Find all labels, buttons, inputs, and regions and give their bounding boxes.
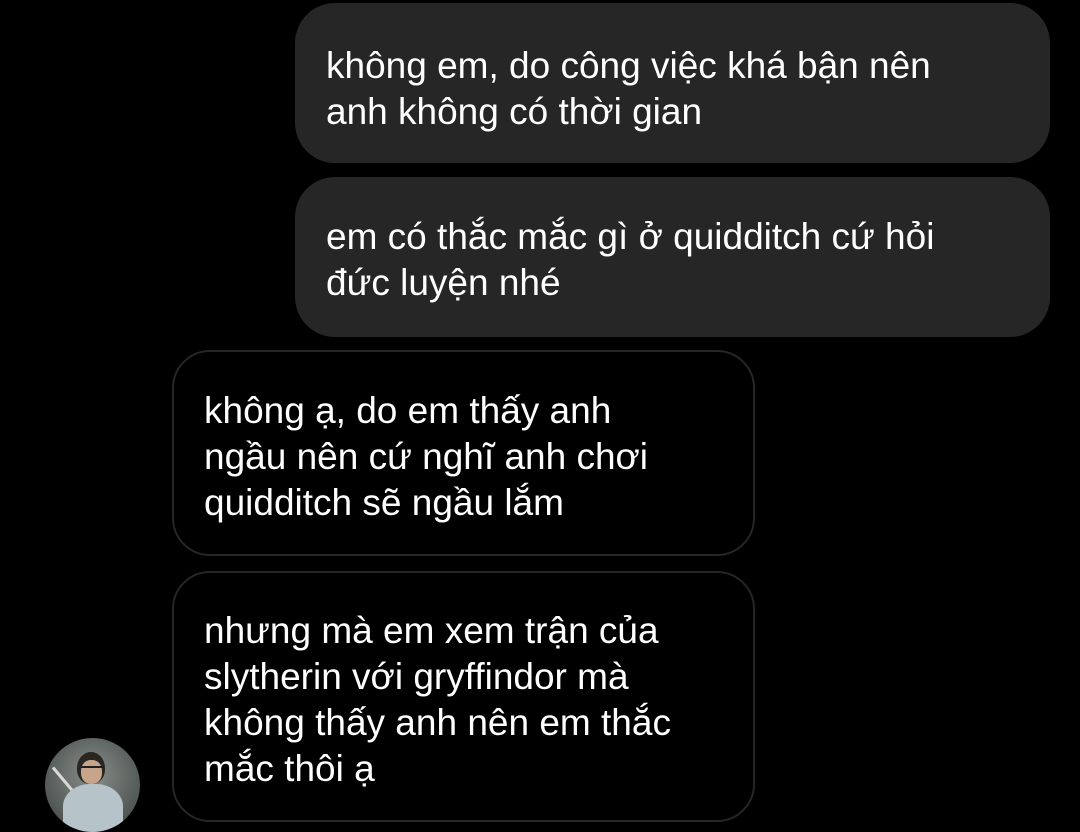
- sender-avatar[interactable]: [45, 738, 140, 832]
- sent-message-bubble[interactable]: không em, do công việc khá bận nên anh k…: [295, 3, 1050, 163]
- message-text: không em, do công việc khá bận nên anh k…: [326, 45, 931, 132]
- received-message-bubble[interactable]: nhưng mà em xem trận của slytherin với g…: [172, 571, 755, 822]
- received-message-bubble[interactable]: không ạ, do em thấy anh ngầu nên cứ nghĩ…: [172, 350, 755, 556]
- message-text: không ạ, do em thấy anh ngầu nên cứ nghĩ…: [204, 390, 649, 523]
- message-text: nhưng mà em xem trận của slytherin với g…: [204, 610, 671, 789]
- message-text: em có thắc mắc gì ở quidditch cứ hỏi đức…: [326, 216, 935, 303]
- sent-message-bubble[interactable]: em có thắc mắc gì ở quidditch cứ hỏi đức…: [295, 177, 1050, 337]
